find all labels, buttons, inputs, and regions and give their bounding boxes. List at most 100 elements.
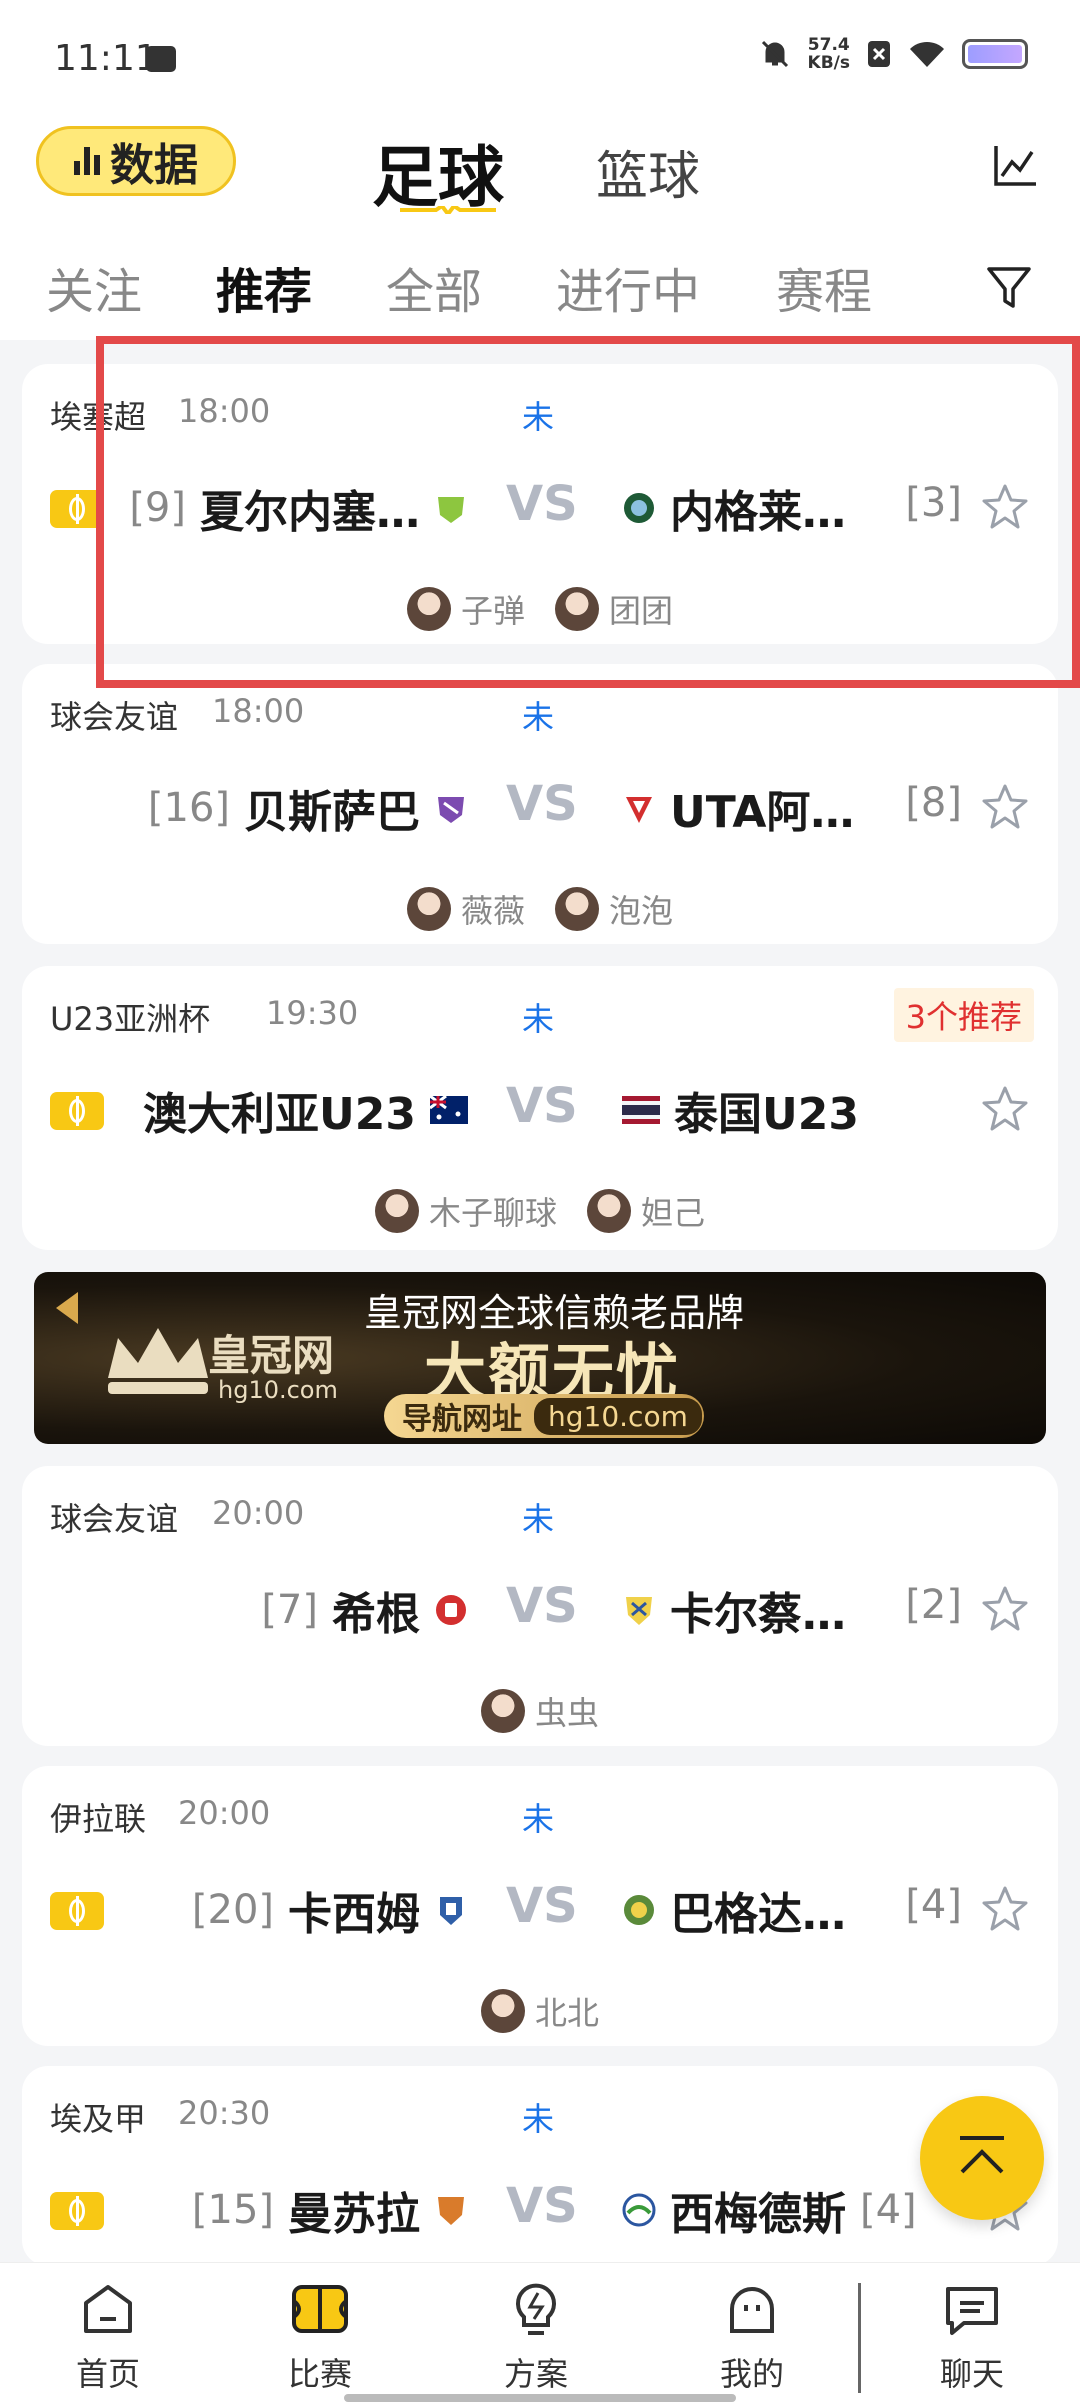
expert-list: 虫虫	[22, 1688, 1058, 1734]
home-rank: [9]	[129, 485, 186, 531]
away-rank: [4]	[905, 1882, 962, 1928]
kickoff-time: 20:00	[178, 1794, 271, 1832]
home-team-name: 曼苏拉	[288, 2189, 420, 2240]
recommend-count-badge[interactable]: 3个推荐	[893, 988, 1034, 1042]
avatar	[555, 587, 599, 631]
expert-item[interactable]: 虫虫	[480, 1688, 599, 1734]
favorite-star-icon[interactable]	[980, 1884, 1030, 1934]
status-time: 11:11	[54, 38, 158, 79]
arrow-up-icon	[960, 2136, 1004, 2174]
expert-item[interactable]: 薇薇	[406, 886, 525, 932]
nav-home[interactable]: 首页	[48, 2277, 168, 2395]
home-rank: [15]	[191, 2187, 274, 2233]
banner-corner-mark	[56, 1292, 78, 1324]
favorite-star-icon[interactable]	[980, 782, 1030, 832]
away-rank: [4]	[860, 2187, 917, 2233]
data-button[interactable]: 数据	[36, 126, 236, 196]
away-rank: [8]	[905, 780, 962, 826]
mute-bell-icon	[761, 40, 788, 68]
away-team: 泰国U23	[622, 1078, 859, 1142]
bottom-nav: 首页 比赛 方案 我的 聊天	[0, 2262, 1080, 2408]
vs-label: VS	[506, 1078, 578, 1134]
league-name: 埃塞超	[50, 398, 147, 436]
expert-item[interactable]: 妲己	[587, 1188, 705, 1234]
favorite-star-icon[interactable]	[980, 1584, 1030, 1634]
expert-item[interactable]: 泡泡	[555, 886, 673, 932]
away-rank: [2]	[905, 1582, 962, 1628]
top-header: 数据 足球 篮球	[0, 110, 1080, 230]
field-icon	[292, 2285, 348, 2333]
nav-mine[interactable]: 我的	[692, 2277, 812, 2395]
match-status: 未	[522, 398, 555, 436]
tab-in-progress[interactable]: 进行中	[556, 252, 700, 322]
status-bar: 11:11 57.4 KB/s	[0, 0, 1080, 110]
home-indicator[interactable]	[344, 2394, 736, 2402]
home-team-name: 澳大利亚U23	[143, 1089, 416, 1140]
no-sim-icon	[868, 41, 890, 67]
banner-nav-pill[interactable]: 导航网址 hg10.com	[384, 1394, 704, 1438]
live-stream-icon[interactable]	[50, 490, 104, 528]
expert-name: 泡泡	[609, 892, 674, 930]
match-card[interactable]: 伊拉联 20:00 未 [20] 卡西姆 VS 巴格达… [4] 北北	[22, 1766, 1058, 2046]
live-stream-icon[interactable]	[50, 2192, 104, 2230]
home-team-crest-icon	[438, 497, 464, 523]
home-team-crest-icon	[438, 797, 464, 823]
expert-item[interactable]: 团团	[555, 586, 673, 632]
tab-basketball[interactable]: 篮球	[596, 134, 700, 209]
nav-matches[interactable]: 比赛	[260, 2277, 380, 2395]
nav-home-label: 首页	[75, 2355, 140, 2393]
away-team: 内格莱…	[622, 476, 846, 540]
tab-recommend[interactable]: 推荐	[216, 252, 312, 322]
avatar	[406, 587, 451, 631]
match-status: 未	[522, 2100, 555, 2138]
kickoff-time: 19:30	[266, 994, 359, 1032]
expert-item[interactable]: 木子聊球	[374, 1188, 557, 1234]
away-team-name: 内格莱…	[670, 487, 846, 538]
status-icons: 57.4 KB/s	[758, 36, 1028, 72]
home-icon	[84, 2285, 132, 2333]
match-card[interactable]: 球会友谊 18:00 未 [16] 贝斯萨巴 VS UTA阿… [8] 薇薇 泡…	[22, 664, 1058, 944]
tab-schedule[interactable]: 赛程	[776, 252, 872, 322]
nav-chat[interactable]: 聊天	[912, 2277, 1032, 2395]
expert-item[interactable]: 子弹	[406, 586, 525, 632]
home-team-crest-icon	[436, 1595, 466, 1625]
away-team: 卡尔蔡…	[622, 1578, 846, 1642]
league-name: 埃及甲	[50, 2100, 147, 2138]
away-team-crest-icon	[624, 1895, 654, 1925]
expert-name: 薇薇	[460, 892, 525, 930]
kickoff-time: 18:00	[178, 392, 271, 430]
tab-all[interactable]: 全部	[386, 252, 482, 322]
away-team-name: 卡尔蔡…	[670, 1589, 846, 1640]
match-card[interactable]: 埃及甲 20:30 未 [15] 曼苏拉 VS 西梅德斯 [4]	[22, 2066, 1058, 2266]
away-team: 巴格达…	[622, 1878, 846, 1942]
expert-item[interactable]: 北北	[480, 1988, 599, 2034]
trend-chart-icon[interactable]	[990, 140, 1040, 190]
match-card[interactable]: 球会友谊 20:00 未 [7] 希根 VS 卡尔蔡… [2] 虫虫	[22, 1466, 1058, 1746]
home-rank: [16]	[147, 785, 230, 831]
avatar	[480, 1689, 525, 1733]
favorite-star-icon[interactable]	[980, 482, 1030, 532]
filter-icon[interactable]	[984, 262, 1034, 312]
nav-chat-label: 聊天	[939, 2355, 1004, 2393]
favorite-star-icon[interactable]	[980, 1084, 1030, 1134]
battery-icon	[962, 39, 1028, 69]
ad-banner[interactable]: 皇冠网 hg10.com 皇冠网全球信赖老品牌 大额无忧 导航网址 hg10.c…	[34, 1272, 1046, 1444]
nav-plans[interactable]: 方案	[476, 2277, 596, 2395]
league-name: 球会友谊	[50, 1500, 179, 1538]
live-stream-icon[interactable]	[50, 1892, 104, 1930]
chat-icon	[946, 2287, 998, 2335]
match-card[interactable]: U23亚洲杯 19:30 未 3个推荐 澳大利亚U23 VS 泰国U23 木子聊…	[22, 966, 1058, 1250]
avatar	[406, 887, 451, 931]
live-stream-icon[interactable]	[50, 1092, 104, 1130]
nav-plans-label: 方案	[503, 2355, 568, 2393]
back-to-top-button[interactable]	[920, 2096, 1044, 2220]
tab-follow[interactable]: 关注	[46, 252, 142, 322]
crown-logo-icon	[108, 1328, 208, 1394]
avatar	[555, 887, 599, 931]
away-team-crest-icon	[622, 2193, 656, 2227]
match-card[interactable]: 埃塞超 18:00 未 [9] 夏尔内塞… VS 内格莱… [3] 子弹 团团	[22, 364, 1058, 644]
banner-nav-url: hg10.com	[534, 1397, 702, 1435]
expert-name: 团团	[609, 592, 674, 630]
avatar	[374, 1189, 419, 1233]
expert-name: 北北	[534, 1994, 599, 2032]
